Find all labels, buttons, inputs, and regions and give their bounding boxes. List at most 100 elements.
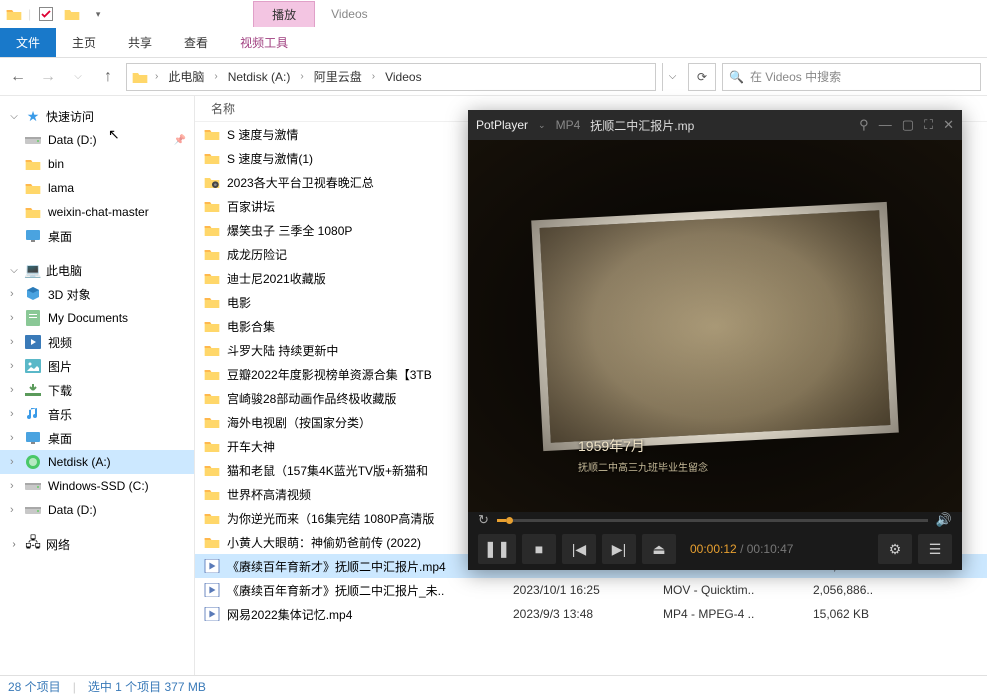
potplayer-title: 抚顺二中汇报片.mp xyxy=(590,117,849,134)
nav-forward-button[interactable]: → xyxy=(36,65,60,89)
nav-this-pc-header[interactable]: ⌵ 💻 此电脑 xyxy=(0,258,194,282)
nav-item-label: 视频 xyxy=(48,334,72,351)
folder-icon xyxy=(24,203,42,221)
file-name: 《赓续百年育新才》抚顺二中汇报片_未.. xyxy=(227,582,513,599)
progress-knob[interactable] xyxy=(506,517,513,524)
nav-network-header[interactable]: › 🖧 网络 xyxy=(0,532,194,556)
file-size: 15,062 KB xyxy=(813,607,979,621)
nav-item[interactable]: lama xyxy=(0,176,194,200)
nav-item[interactable]: 视频 xyxy=(0,330,194,354)
chevron-right-icon[interactable]: › xyxy=(151,71,162,82)
drive-icon xyxy=(24,477,42,495)
nav-item[interactable]: Data (D:) xyxy=(0,498,194,522)
next-button[interactable]: ▶| xyxy=(602,534,636,564)
progress-bar[interactable]: ↻ 🔊 xyxy=(468,512,962,528)
close-icon[interactable]: ✕ xyxy=(943,117,954,133)
refresh-button[interactable]: ⟳ xyxy=(688,63,716,91)
progress-fill xyxy=(497,519,506,522)
nav-item[interactable]: Data (D:) xyxy=(0,128,194,152)
pin-icon[interactable]: ⚲ xyxy=(859,117,869,133)
video-icon xyxy=(203,581,221,599)
video-canvas[interactable]: 1959年7月 抚顺二中高三九班毕业生留念 xyxy=(468,140,962,512)
nav-quick-access-header[interactable]: ⌵ ★ 快速访问 xyxy=(0,104,194,128)
file-row[interactable]: 《赓续百年育新才》抚顺二中汇报片_未.. 2023/10/1 16:25 MOV… xyxy=(195,578,987,602)
nav-item-label: 3D 对象 xyxy=(48,286,91,303)
progress-track[interactable] xyxy=(497,519,928,522)
pictures-icon xyxy=(24,357,42,375)
prev-button[interactable]: |◀ xyxy=(562,534,596,564)
loop-icon[interactable]: ↻ xyxy=(478,512,489,528)
nav-item[interactable]: 图片 xyxy=(0,354,194,378)
potplayer-titlebar[interactable]: PotPlayer ⌄ MP4 抚顺二中汇报片.mp ⚲ — ▢ ⛶ ✕ xyxy=(468,110,962,140)
nav-back-button[interactable]: ← xyxy=(6,65,30,89)
breadcrumb[interactable]: › 此电脑 › Netdisk (A:) › 阿里云盘 › Videos xyxy=(126,63,656,91)
chevron-right-icon[interactable]: › xyxy=(8,539,20,550)
nav-item-label: weixin-chat-master xyxy=(48,205,149,219)
folder-icon xyxy=(203,533,221,551)
maximize-icon[interactable]: ▢ xyxy=(902,117,914,133)
nav-recent-dropdown[interactable]: ⌵ xyxy=(66,65,90,89)
breadcrumb-drive[interactable]: Netdisk (A:) xyxy=(224,68,295,86)
qat-dropdown-icon[interactable]: ▾ xyxy=(87,3,109,25)
search-input[interactable]: 🔍 在 Videos 中搜索 xyxy=(722,63,981,91)
nav-item[interactable]: 下载 xyxy=(0,378,194,402)
eject-button[interactable]: ⏏ xyxy=(642,534,676,564)
nav-item[interactable]: 桌面 xyxy=(0,426,194,450)
folder-icon xyxy=(203,125,221,143)
ribbon-tab-video-tools[interactable]: 视频工具 xyxy=(224,28,304,57)
folder-icon xyxy=(203,341,221,359)
ribbon-tab-share[interactable]: 共享 xyxy=(112,28,168,57)
chevron-right-icon[interactable]: › xyxy=(210,71,221,82)
nav-item[interactable]: bin xyxy=(0,152,194,176)
nav-item[interactable]: Windows-SSD (C:) xyxy=(0,474,194,498)
file-row[interactable]: 网易2022集体记忆.mp4 2023/9/3 13:48 MP4 - MPEG… xyxy=(195,602,987,626)
potplayer-window: PotPlayer ⌄ MP4 抚顺二中汇报片.mp ⚲ — ▢ ⛶ ✕ 195… xyxy=(468,110,962,570)
playlist-button[interactable]: ☰ xyxy=(918,534,952,564)
nav-item[interactable]: 桌面 xyxy=(0,224,194,248)
nav-item[interactable]: My Documents xyxy=(0,306,194,330)
stop-button[interactable]: ■ xyxy=(522,534,556,564)
nav-item[interactable]: Netdisk (A:) xyxy=(0,450,194,474)
ribbon-tab-file[interactable]: 文件 xyxy=(0,28,56,57)
address-dropdown[interactable]: ⌵ xyxy=(662,63,682,91)
breadcrumb-this-pc[interactable]: 此电脑 xyxy=(164,66,208,87)
folder-icon xyxy=(203,317,221,335)
nav-up-button[interactable]: ↑ xyxy=(96,65,120,89)
time-display: 00:00:12 / 00:10:47 xyxy=(690,542,793,556)
search-placeholder: 在 Videos 中搜索 xyxy=(750,68,841,85)
ribbon-tab-view[interactable]: 查看 xyxy=(168,28,224,57)
chevron-down-icon[interactable]: ⌵ xyxy=(8,111,20,122)
fullscreen-icon[interactable]: ⛶ xyxy=(924,117,933,133)
contextual-tab-play[interactable]: 播放 xyxy=(253,1,315,27)
file-date: 2023/9/3 13:48 xyxy=(513,607,663,621)
breadcrumb-folder1[interactable]: 阿里云盘 xyxy=(310,66,366,87)
search-icon: 🔍 xyxy=(729,70,744,84)
nav-item-label: 图片 xyxy=(48,358,72,375)
chevron-down-icon[interactable]: ⌄ xyxy=(538,120,546,131)
minimize-icon[interactable]: — xyxy=(879,117,892,133)
status-selection: 选中 1 个项目 377 MB xyxy=(88,678,206,695)
breadcrumb-root-icon[interactable] xyxy=(131,68,149,86)
3d-icon xyxy=(24,285,42,303)
nav-item[interactable]: 音乐 xyxy=(0,402,194,426)
breadcrumb-folder2[interactable]: Videos xyxy=(381,68,425,86)
pause-button[interactable]: ❚❚ xyxy=(478,534,516,564)
nav-network-label: 网络 xyxy=(46,536,70,553)
network-icon: 🖧 xyxy=(24,535,42,553)
qat-folder-icon[interactable] xyxy=(61,3,83,25)
ribbon-tab-home[interactable]: 主页 xyxy=(56,28,112,57)
star-icon: ★ xyxy=(24,107,42,125)
qat-checkbox-icon[interactable] xyxy=(35,3,57,25)
status-item-count: 28 个项目 xyxy=(8,678,61,695)
settings-button[interactable]: ⚙ xyxy=(878,534,912,564)
nav-this-pc-label: 此电脑 xyxy=(46,262,82,279)
nav-item-label: bin xyxy=(48,157,64,171)
chevron-right-icon[interactable]: › xyxy=(368,71,379,82)
nav-item[interactable]: weixin-chat-master xyxy=(0,200,194,224)
file-size: 2,056,886.. xyxy=(813,583,979,597)
column-header-name[interactable]: 名称 xyxy=(203,100,513,117)
chevron-down-icon[interactable]: ⌵ xyxy=(8,265,20,276)
nav-item[interactable]: 3D 对象 xyxy=(0,282,194,306)
volume-icon[interactable]: 🔊 xyxy=(936,512,952,528)
chevron-right-icon[interactable]: › xyxy=(296,71,307,82)
